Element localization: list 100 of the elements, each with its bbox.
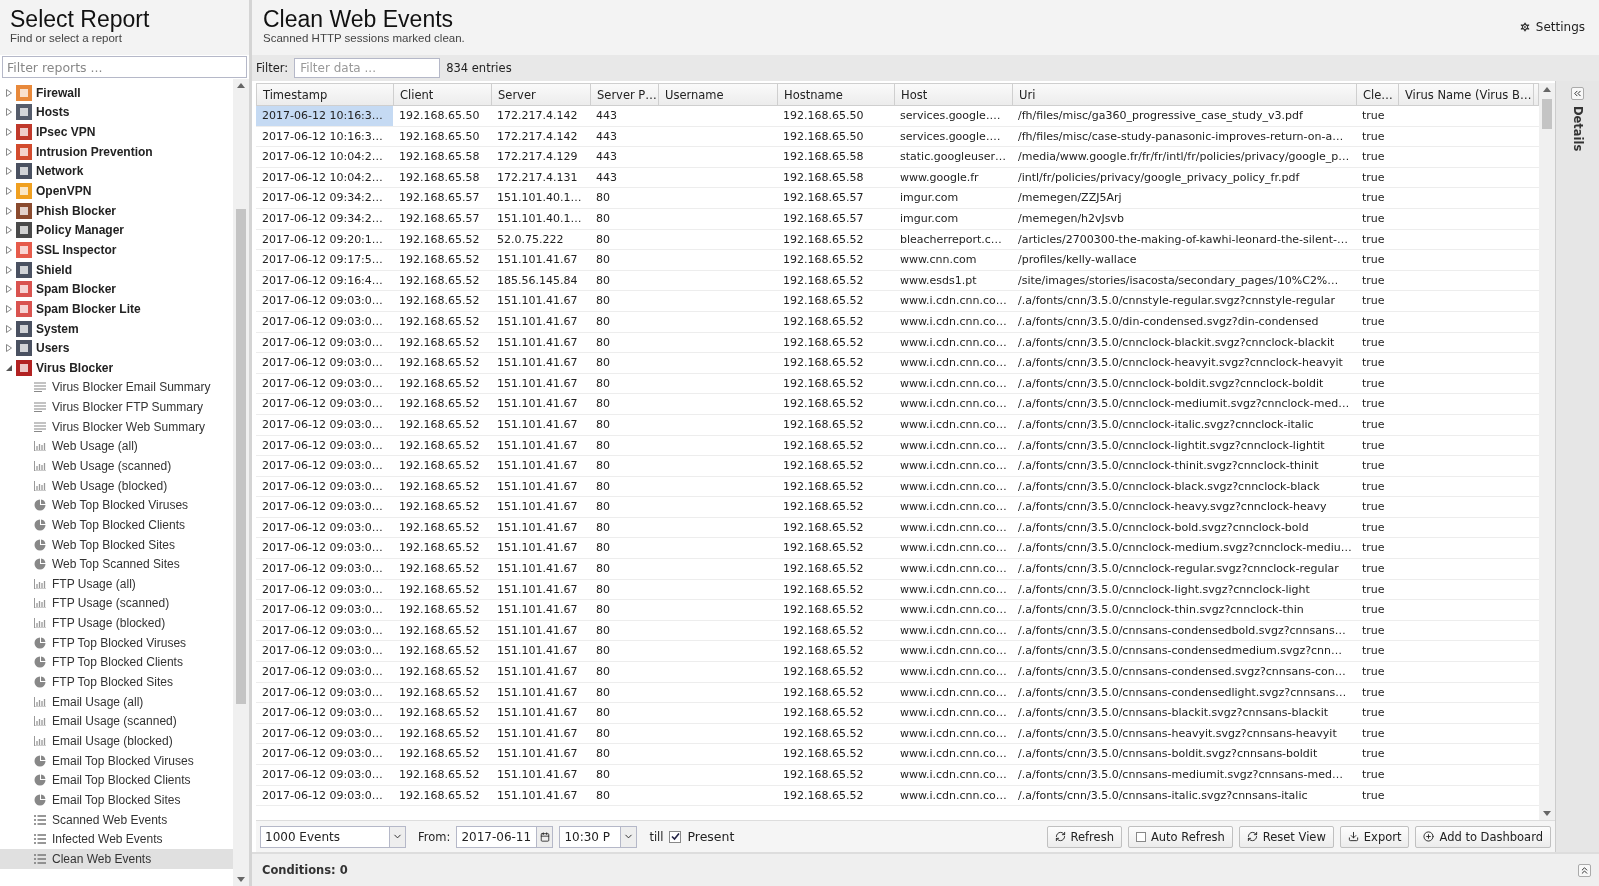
collapsed-arrow-icon[interactable] [5,88,13,97]
column-header[interactable]: Uri [1013,84,1357,105]
report-item[interactable]: Web Usage (scanned) [52,459,172,473]
tree-category[interactable]: Shield [36,262,72,277]
toolbar-button[interactable]: Auto Refresh [1127,825,1233,848]
table-cell-text: www.i.cdn.cnn.co… [899,396,1008,413]
table-cell-text: 80 [595,190,611,207]
collapsed-arrow-icon[interactable] [5,147,13,156]
collapsed-arrow-icon[interactable] [5,226,13,235]
collapsed-arrow-icon[interactable] [5,108,13,117]
tree-category[interactable]: OpenVPN [36,184,92,198]
tree-category[interactable]: IPsec VPN [36,125,96,140]
toolbar-button[interactable]: Refresh [1046,825,1122,848]
tree-category[interactable]: Intrusion Prevention [36,144,153,159]
report-item[interactable]: Web Top Blocked Viruses [52,498,189,513]
report-item[interactable]: Scanned Web Events [52,812,168,827]
report-item[interactable]: FTP Top Blocked Viruses [52,635,187,650]
pie-chart-icon [34,636,46,649]
time-dropdown[interactable]: 10:30 P [559,825,638,848]
collapsed-arrow-icon[interactable] [5,245,13,254]
table-cell-text: 192.168.65.50 [398,108,481,124]
report-item[interactable]: FTP Top Blocked Clients [52,655,183,670]
report-item[interactable]: Web Top Blocked Sites [52,537,175,552]
report-item[interactable]: Web Usage (blocked) [52,478,168,493]
table-cell-text: true [1361,705,1386,722]
table-cell-text: true [1361,561,1386,578]
tree-category[interactable]: Firewall [36,85,81,100]
report-item[interactable]: Clean Web Events [52,851,152,866]
column-header[interactable]: Virus Name (Virus B… [1399,84,1534,105]
column-header[interactable]: Timestamp [257,84,394,105]
report-item[interactable]: Email Top Blocked Viruses [52,753,194,768]
details-panel[interactable]: Details [1555,81,1599,852]
report-item[interactable]: Infected Web Events [52,832,163,847]
report-item[interactable]: Web Top Blocked Clients [52,517,185,532]
tree-category[interactable]: SSL Inspector [36,242,117,257]
report-item[interactable]: FTP Top Blocked Sites [52,675,173,690]
report-item[interactable]: FTP Usage (scanned) [52,596,170,611]
column-header[interactable]: Cle… [1357,84,1399,105]
column-header[interactable]: Hostname [778,84,895,105]
table-cell-text: 192.168.65.52 [782,458,865,475]
tree-category[interactable]: Spam Blocker Lite [36,301,141,316]
tree-category[interactable]: Policy Manager [36,223,125,238]
toolbar-button[interactable]: Reset View [1238,825,1334,848]
table-cell-text: /.a/fonts/cnn/3.5.0/cnnsans-heavyit.svgz?cnnsans-heavyit [1017,725,1338,742]
column-header[interactable]: Client [394,84,492,105]
report-item[interactable]: Web Usage (all) [52,439,138,454]
report-item[interactable]: Email Usage (all) [52,694,144,709]
table-cell-text: /.a/fonts/cnn/3.5.0/din-condensed.svgz?din-condensed [1017,313,1320,330]
bar-chart-icon [34,480,46,491]
collapsed-arrow-icon[interactable] [5,265,13,274]
report-item[interactable]: Email Top Blocked Clients [52,773,191,788]
table-scrollbar[interactable] [1539,83,1555,820]
present-checkbox[interactable] [669,830,682,843]
expanded-arrow-icon[interactable] [5,363,13,372]
report-item[interactable]: Virus Blocker Web Summary [52,419,205,434]
event-limit-dropdown[interactable]: 1000 Events [260,825,406,848]
collapsed-arrow-icon[interactable] [5,167,13,176]
tree-category[interactable]: Network [36,164,84,179]
toolbar-button[interactable]: Export [1339,825,1410,848]
expand-icon[interactable] [1571,87,1584,100]
tree-category[interactable]: Hosts [36,105,70,120]
column-header[interactable]: Server [492,84,591,105]
tree-item-selected-row[interactable]: Clean Web Events [0,849,233,869]
report-item[interactable]: FTP Usage (blocked) [52,616,166,631]
tree-category[interactable]: System [36,321,79,336]
column-header[interactable]: Server P… [591,84,659,105]
column-header[interactable]: Username [659,84,778,105]
filter-data-field[interactable]: Filter data ... [294,58,441,78]
table-cell-text: www.i.cdn.cnn.co… [899,540,1008,557]
column-header[interactable]: Host [895,84,1013,105]
table-cell-text: /intl/fr/policies/privacy/google_privacy_policy_fr.pdf [1017,169,1301,186]
tree-category[interactable]: Virus Blocker [36,360,114,375]
collapsed-arrow-icon[interactable] [5,206,13,215]
filter-reports-field[interactable]: Filter reports ... [2,56,247,78]
collapsed-arrow-icon[interactable] [5,344,13,353]
tree-category[interactable]: Phish Blocker [36,203,117,218]
report-item[interactable]: Web Top Scanned Sites [52,557,180,572]
report-item[interactable]: Email Top Blocked Sites [52,792,181,807]
table-cell-text: bleacherreport.c… [899,231,1003,248]
report-item[interactable]: Virus Blocker Email Summary [52,380,211,395]
collapsed-arrow-icon[interactable] [5,187,13,195]
report-item[interactable]: FTP Usage (all) [52,576,136,591]
collapsed-arrow-icon[interactable] [5,285,13,294]
collapse-icon[interactable] [1578,863,1591,877]
scrollbar[interactable] [233,79,249,886]
collapsed-arrow-icon[interactable] [5,304,13,313]
tree-category[interactable]: Users [36,341,70,356]
toolbar-button[interactable]: Add to Dashboard [1415,825,1551,848]
table-cell-text: true [1361,252,1386,269]
collapsed-arrow-icon[interactable] [5,324,13,333]
collapsed-arrow-icon[interactable] [5,128,13,137]
report-item[interactable]: Email Usage (blocked) [52,733,173,748]
settings-button[interactable]: Settings [1516,18,1587,36]
table-cell-text: 192.168.65.52 [398,787,481,804]
report-item[interactable]: Virus Blocker FTP Summary [52,400,203,415]
tree-category[interactable]: Spam Blocker [36,282,117,297]
table-cell-text: 151.101.40.1… [496,190,583,207]
table-cell-text: true [1361,499,1386,516]
date-field[interactable]: 2017-06-11 [456,825,554,848]
report-item[interactable]: Email Usage (scanned) [52,714,177,729]
